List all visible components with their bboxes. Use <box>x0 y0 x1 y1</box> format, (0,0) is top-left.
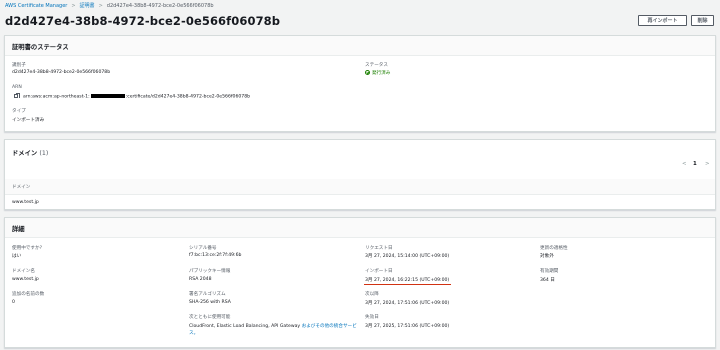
domains-count: (1) <box>39 150 49 157</box>
chevron-right-icon: > <box>98 2 103 9</box>
not-before-value: 3月 27, 2024, 17:51:06 (UTC+09:00) <box>365 301 450 306</box>
imported-at-value: 3月 27, 2024, 16:22:15 (UTC+09:00) <box>365 278 450 283</box>
not-before-label: 次以降 <box>365 292 379 297</box>
chevron-left-icon[interactable]: < <box>682 161 687 167</box>
status-value: 発行済み <box>365 70 390 76</box>
reimport-button[interactable]: 再インポート <box>638 15 687 26</box>
copy-icon[interactable] <box>14 93 21 98</box>
usable-with-label: 次とともに使用可能 <box>189 315 231 320</box>
in-use-value: はい <box>12 254 22 259</box>
arn-prefix: arn:aws:acm:ap-northeast-1: <box>23 94 90 100</box>
identifier-value: d2d427e4-38b8-4972-bce2-0e566f06078b <box>12 70 111 75</box>
signature-algorithm-label: 署名アルゴリズム <box>189 292 226 297</box>
panel-title: 詳細 <box>12 226 25 233</box>
breadcrumb-certificates-link[interactable]: 証明書 <box>80 2 95 9</box>
domains-title: ドメイン <box>12 150 38 157</box>
arn-suffix: :certificate/d2d427e4-38b8-4972-bce2-0e5… <box>125 94 251 100</box>
serial-number-value: f7:bc:13:ce:2f:7f:49:6b <box>189 253 242 258</box>
imported-at-underline <box>364 284 451 286</box>
certificate-status-panel: 証明書のステータス 識別子 d2d427e4-38b8-4972-bce2-0e… <box>4 35 716 132</box>
breadcrumb: AWS Certificate Manager > 証明書 > d2d427e4… <box>5 2 214 10</box>
imported-at-label: インポート日 <box>365 269 393 274</box>
arn-label: ARN <box>12 85 22 90</box>
chevron-right-icon[interactable]: > <box>705 161 710 167</box>
check-circle-icon <box>365 70 370 75</box>
renewal-eligibility-label: 更新の適格性 <box>540 246 568 251</box>
requested-at-label: リクエスト日 <box>365 246 393 251</box>
breadcrumb-acm-link[interactable]: AWS Certificate Manager <box>5 3 67 9</box>
type-label: タイプ <box>12 109 26 114</box>
requested-at-value: 3月 27, 2024, 15:14:00 (UTC+09:00) <box>365 254 450 259</box>
chevron-right-icon: > <box>71 2 76 9</box>
public-key-value: RSA 2048 <box>189 277 212 282</box>
domain-name-label: ドメイン名 <box>12 269 35 274</box>
page-title: d2d427e4-38b8-4972-bce2-0e566f06078b <box>5 14 281 28</box>
additional-names-label: 追加の名前の数 <box>12 292 45 297</box>
additional-names-value: 0 <box>12 300 15 305</box>
usable-with-value: CloudFront, Elastic Load Balancing, API … <box>189 323 361 337</box>
delete-button[interactable]: 削除 <box>691 15 714 26</box>
page-number[interactable]: 1 <box>693 161 697 167</box>
panel-header: 証明書のステータス <box>5 36 715 56</box>
details-panel: 詳細 使用中ですか? はい ドメイン名 www.test.jp 追加の名前の数 … <box>4 217 716 348</box>
public-key-label: パブリックキー情報 <box>189 269 231 274</box>
table-header: ドメイン <box>5 179 715 195</box>
domain-column-header[interactable]: ドメイン <box>12 184 30 190</box>
arn-value: arn:aws:acm:ap-northeast-1: :certificate/… <box>14 93 251 100</box>
validity-period-value: 364 日 <box>540 278 555 283</box>
validity-period-label: 有効期間 <box>540 269 559 274</box>
panel-title: 証明書のステータス <box>12 44 69 51</box>
serial-number-label: シリアル番号 <box>189 246 217 251</box>
redacted-account-id <box>90 94 125 98</box>
in-use-label: 使用中ですか? <box>12 246 43 251</box>
panel-title: ドメイン (1) <box>12 148 48 157</box>
type-value: インポート済み <box>12 118 45 123</box>
domain-name-value: www.test.jp <box>12 277 39 282</box>
not-after-label: 失効日 <box>365 315 379 320</box>
status-text: 発行済み <box>372 71 391 76</box>
renewal-eligibility-value: 対象外 <box>540 254 554 259</box>
domains-panel: ドメイン (1) < 1 > ドメイン www.test.jp <box>4 139 716 210</box>
signature-algorithm-value: SHA-256 with RSA <box>189 300 231 305</box>
identifier-label: 識別子 <box>12 63 26 68</box>
status-label: ステータス <box>365 63 388 68</box>
panel-header: 詳細 <box>5 218 715 238</box>
breadcrumb-current: d2d427e4-38b8-4972-bce2-0e566f06078b <box>106 2 214 9</box>
table-row: www.test.jp <box>12 200 39 205</box>
not-after-value: 3月 27, 2025, 17:51:06 (UTC+09:00) <box>365 324 450 329</box>
panel-header: ドメイン (1) < 1 > <box>5 140 715 170</box>
usable-with-services: CloudFront, Elastic Load Balancing, API … <box>189 324 301 329</box>
